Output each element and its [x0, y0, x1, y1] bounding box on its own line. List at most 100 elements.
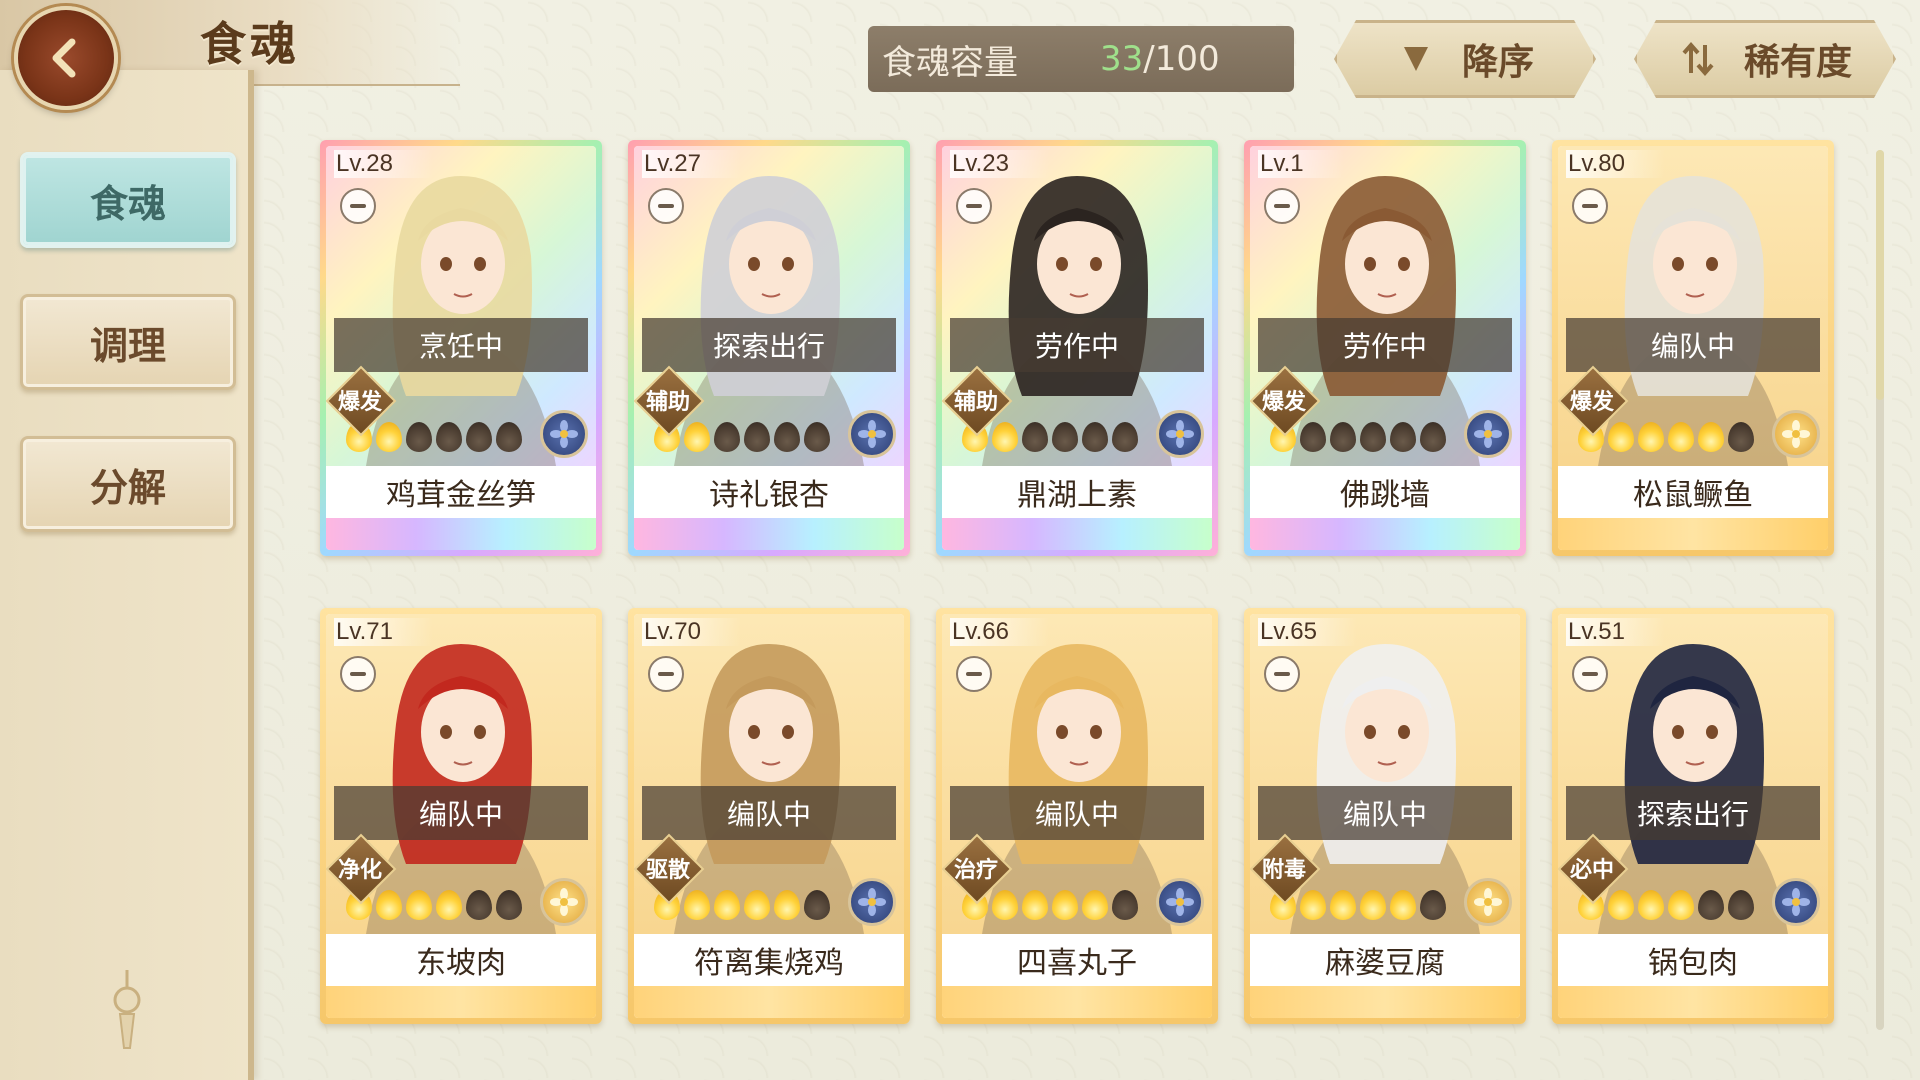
level-label: Lv.80: [1566, 150, 1665, 178]
character-name: 四喜丸子: [942, 934, 1212, 986]
lock-toggle-icon[interactable]: [340, 188, 376, 224]
status-label: 编队中: [1258, 786, 1512, 840]
card-rarity-strip: [1250, 518, 1520, 550]
food-soul-card[interactable]: Lv.27 探索出行 辅助 诗礼银杏: [628, 140, 910, 556]
flame-filled-icon: [1608, 422, 1634, 452]
role-badge: 辅助: [638, 378, 698, 422]
food-soul-card[interactable]: Lv.71 编队中 净化 东坡肉: [320, 608, 602, 1024]
level-label: Lv.51: [1566, 618, 1665, 646]
flame-filled-icon: [992, 890, 1018, 920]
sort-order-button[interactable]: 降序: [1334, 20, 1596, 98]
sidebar-item-food-souls[interactable]: 食魂: [20, 152, 236, 248]
scrollbar-thumb[interactable]: [1876, 150, 1884, 400]
capacity-label: 食魂容量: [882, 42, 1018, 83]
flame-empty-icon: [1112, 890, 1138, 920]
flame-filled-icon: [376, 422, 402, 452]
status-label: 劳作中: [950, 318, 1204, 372]
lock-toggle-icon[interactable]: [1572, 188, 1608, 224]
level-label: Lv.1: [1258, 150, 1344, 178]
sort-rarity-button[interactable]: 稀有度: [1634, 20, 1896, 98]
food-soul-card[interactable]: Lv.1 劳作中 爆发 佛跳墙: [1244, 140, 1526, 556]
role-badge: 治疗: [946, 846, 1006, 890]
flame-empty-icon: [1330, 422, 1356, 452]
card-rarity-strip: [942, 986, 1212, 1018]
card-body: Lv.27 探索出行 辅助 诗礼银杏: [634, 146, 904, 550]
flame-filled-icon: [1390, 890, 1416, 920]
food-soul-card[interactable]: Lv.66 编队中 治疗 四喜丸子: [936, 608, 1218, 1024]
character-name: 鼎湖上素: [942, 466, 1212, 518]
card-body: Lv.80 编队中 爆发 松鼠鳜鱼: [1558, 146, 1828, 550]
card-rarity-strip: [326, 986, 596, 1018]
card-body: Lv.51 探索出行 必中 锅包肉: [1558, 614, 1828, 1018]
level-label: Lv.70: [642, 618, 741, 646]
flame-empty-icon: [1360, 422, 1386, 452]
flame-filled-icon: [1052, 890, 1078, 920]
card-rarity-strip: [942, 518, 1212, 550]
food-soul-card[interactable]: Lv.51 探索出行 必中 锅包肉: [1552, 608, 1834, 1024]
flame-filled-icon: [714, 890, 740, 920]
flower-icon: [1474, 420, 1502, 448]
character-name: 符离集烧鸡: [634, 934, 904, 986]
star-rating: [1270, 890, 1446, 920]
sidebar-item-decompose[interactable]: 分解: [20, 436, 236, 532]
lock-toggle-icon[interactable]: [340, 656, 376, 692]
flame-empty-icon: [496, 422, 522, 452]
card-rarity-strip: [1558, 518, 1828, 550]
element-emblem-icon: [1772, 878, 1820, 926]
back-button[interactable]: [14, 6, 118, 110]
flame-filled-icon: [992, 422, 1018, 452]
character-name: 麻婆豆腐: [1250, 934, 1520, 986]
flame-filled-icon: [376, 890, 402, 920]
card-body: Lv.71 编队中 净化 东坡肉: [326, 614, 596, 1018]
flower-icon: [1474, 888, 1502, 916]
sort-rarity-label: 稀有度: [1743, 42, 1852, 83]
food-soul-card[interactable]: Lv.80 编队中 爆发 松鼠鳜鱼: [1552, 140, 1834, 556]
character-name: 鸡茸金丝笋: [326, 466, 596, 518]
star-rating: [1578, 422, 1754, 452]
character-name: 诗礼银杏: [634, 466, 904, 518]
flame-empty-icon: [1082, 422, 1108, 452]
flame-empty-icon: [436, 422, 462, 452]
lock-toggle-icon[interactable]: [956, 656, 992, 692]
food-soul-card[interactable]: Lv.28 烹饪中 爆发 鸡茸金丝笋: [320, 140, 602, 556]
flame-filled-icon: [744, 890, 770, 920]
flame-empty-icon: [714, 422, 740, 452]
food-soul-card[interactable]: Lv.70 编队中 驱散 符离集烧鸡: [628, 608, 910, 1024]
element-emblem-icon: [1464, 878, 1512, 926]
lock-toggle-icon[interactable]: [648, 188, 684, 224]
card-rarity-strip: [1558, 986, 1828, 1018]
star-rating: [962, 890, 1138, 920]
status-label: 劳作中: [1258, 318, 1512, 372]
flame-empty-icon: [1728, 890, 1754, 920]
sidebar-item-cultivate[interactable]: 调理: [20, 294, 236, 390]
grid-scrollbar[interactable]: [1876, 150, 1884, 1030]
chevron-left-icon: [52, 38, 76, 78]
flame-empty-icon: [744, 422, 770, 452]
card-body: Lv.66 编队中 治疗 四喜丸子: [942, 614, 1212, 1018]
flame-filled-icon: [1698, 422, 1724, 452]
lock-toggle-icon[interactable]: [648, 656, 684, 692]
card-rarity-strip: [326, 518, 596, 550]
character-name: 锅包肉: [1558, 934, 1828, 986]
flame-filled-icon: [1668, 890, 1694, 920]
lock-toggle-icon[interactable]: [1572, 656, 1608, 692]
role-badge: 爆发: [1254, 378, 1314, 422]
flame-filled-icon: [684, 422, 710, 452]
star-rating: [654, 422, 830, 452]
element-emblem-icon: [1464, 410, 1512, 458]
flame-empty-icon: [466, 422, 492, 452]
card-body: Lv.23 劳作中 辅助 鼎湖上素: [942, 146, 1212, 550]
flame-filled-icon: [774, 890, 800, 920]
card-rarity-strip: [634, 518, 904, 550]
lock-toggle-icon[interactable]: [1264, 656, 1300, 692]
capacity-indicator: 食魂容量 33 / 100: [868, 26, 1294, 92]
lock-toggle-icon[interactable]: [956, 188, 992, 224]
lock-toggle-icon[interactable]: [1264, 188, 1300, 224]
page-title: 食魂: [200, 17, 300, 71]
food-soul-card[interactable]: Lv.65 编队中 附毒 麻婆豆腐: [1244, 608, 1526, 1024]
food-soul-card[interactable]: Lv.23 劳作中 辅助 鼎湖上素: [936, 140, 1218, 556]
flame-empty-icon: [466, 890, 492, 920]
swap-vertical-icon: [1678, 39, 1718, 79]
flame-empty-icon: [496, 890, 522, 920]
flame-empty-icon: [774, 422, 800, 452]
